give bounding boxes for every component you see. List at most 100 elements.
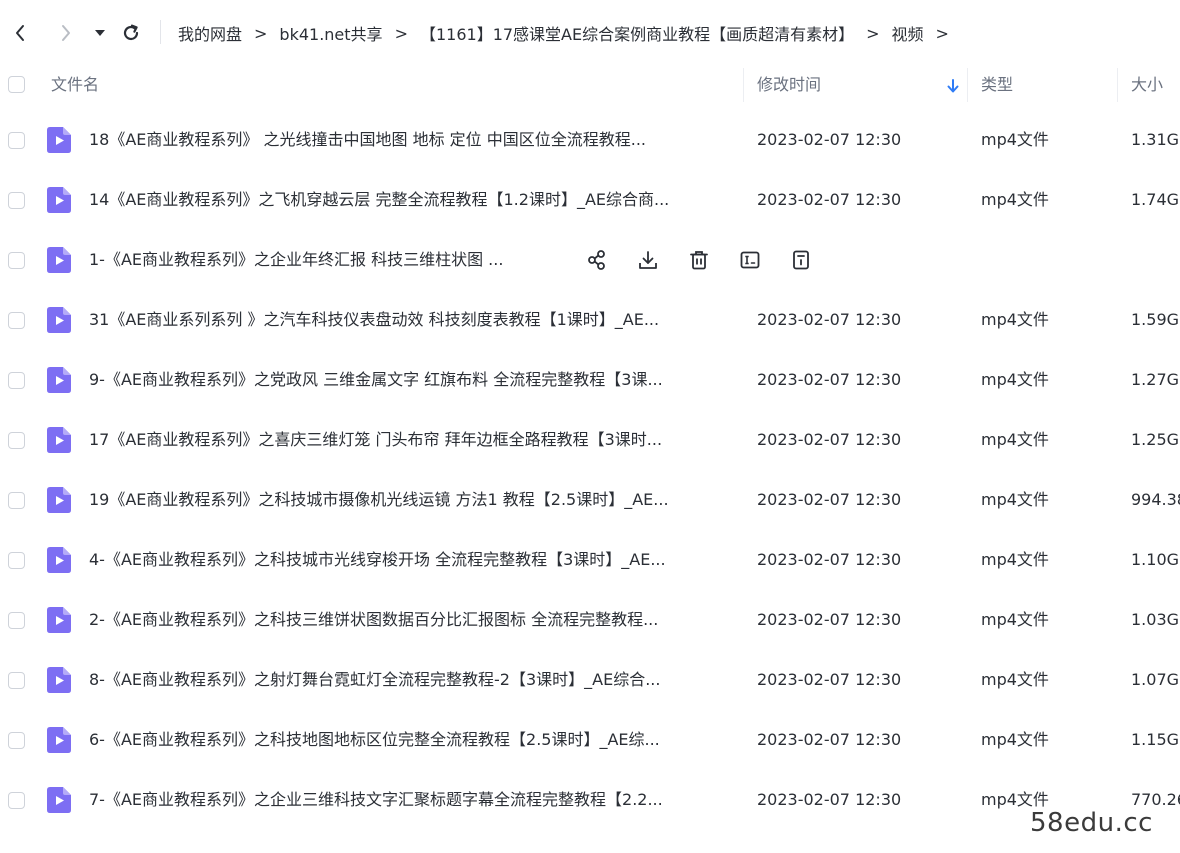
file-name[interactable]: 14《AE商业教程系列》之飞机穿越云层 完整全流程教程【1.2课时】_AE综合商…	[89, 170, 739, 230]
file-row[interactable]: 18《AE商业教程系列》 之光线撞击中国地图 地标 定位 中国区位全流程教程..…	[0, 110, 1180, 170]
file-type	[981, 230, 1111, 290]
breadcrumb: 我的网盘 > bk41.net共享 > 【1161】17感课堂AE综合案例商业教…	[178, 18, 961, 48]
row-checkbox[interactable]	[8, 312, 25, 329]
file-name[interactable]: 31《AE商业系列系列 》之汽车科技仪表盘动效 科技刻度表教程【1课时】_AE.…	[89, 290, 739, 350]
column-divider[interactable]	[967, 68, 968, 102]
file-type: mp4文件	[981, 370, 1049, 389]
back-button[interactable]	[6, 14, 34, 52]
select-all-checkbox[interactable]	[8, 76, 25, 93]
column-header-name[interactable]: 文件名	[51, 60, 99, 110]
breadcrumb-item-course[interactable]: 【1161】17感课堂AE综合案例商业教程【画质超清有素材】	[420, 21, 854, 45]
file-name[interactable]: 17《AE商业教程系列》之喜庆三维灯笼 门头布帘 拜年边框全路程教程【3课时..…	[89, 410, 739, 470]
file-row[interactable]: 4-《AE商业教程系列》之科技城市光线穿梭开场 全流程完整教程【3课时】_AE.…	[0, 530, 1180, 590]
delete-button[interactable]	[687, 248, 711, 272]
file-row[interactable]: 17《AE商业教程系列》之喜庆三维灯笼 门头布帘 拜年边框全路程教程【3课时..…	[0, 410, 1180, 470]
video-file-icon	[47, 727, 71, 753]
file-modified-time: 2023-02-07 12:30	[757, 430, 902, 449]
file-type: mp4文件	[981, 130, 1049, 149]
download-icon	[639, 251, 657, 269]
history-dropdown-button[interactable]	[86, 14, 114, 52]
video-file-icon	[47, 667, 71, 693]
file-row[interactable]: 14《AE商业教程系列》之飞机穿越云层 完整全流程教程【1.2课时】_AE综合商…	[0, 170, 1180, 230]
file-type: mp4文件	[981, 310, 1049, 329]
file-list-header: 文件名 修改时间 类型 大小	[0, 60, 1180, 110]
share-button[interactable]	[585, 248, 609, 272]
file-name[interactable]: 19《AE商业教程系列》之科技城市摄像机光线运镜 方法1 教程【2.5课时】_A…	[89, 470, 739, 530]
file-type: mp4文件	[981, 610, 1049, 629]
video-file-icon	[47, 247, 71, 273]
row-checkbox[interactable]	[8, 672, 25, 689]
file-type: mp4文件	[981, 670, 1049, 689]
file-modified-time: 2023-02-07 12:30	[757, 310, 902, 329]
file-row[interactable]: 2-《AE商业教程系列》之科技三维饼状图数据百分比汇报图标 全流程完整教程...…	[0, 590, 1180, 650]
file-modified-time: 2023-02-07 12:30	[757, 190, 902, 209]
row-checkbox[interactable]	[8, 612, 25, 629]
file-size	[1131, 230, 1180, 290]
file-type: mp4文件	[981, 190, 1049, 209]
chevron-left-icon	[16, 25, 24, 41]
file-name[interactable]: 8-《AE商业教程系列》之射灯舞台霓虹灯全流程完整教程-2【3课时】_AE综合.…	[89, 650, 739, 710]
column-divider[interactable]	[743, 68, 744, 102]
row-checkbox[interactable]	[8, 792, 25, 809]
file-row[interactable]: 9-《AE商业教程系列》之党政风 三维金属文字 红旗布料 全流程完整教程【3课.…	[0, 350, 1180, 410]
file-row[interactable]: 8-《AE商业教程系列》之射灯舞台霓虹灯全流程完整教程-2【3课时】_AE综合.…	[0, 650, 1180, 710]
toolbar: 我的网盘 > bk41.net共享 > 【1161】17感课堂AE综合案例商业教…	[0, 0, 1180, 62]
row-checkbox[interactable]	[8, 552, 25, 569]
file-modified-time: 2023-02-07 12:30	[757, 610, 902, 629]
video-file-icon	[47, 787, 71, 813]
file-name[interactable]: 4-《AE商业教程系列》之科技城市光线穿梭开场 全流程完整教程【3课时】_AE.…	[89, 530, 739, 590]
row-checkbox[interactable]	[8, 732, 25, 749]
file-size: 1.31G	[1131, 130, 1180, 149]
video-file-icon	[47, 307, 71, 333]
file-name[interactable]: 2-《AE商业教程系列》之科技三维饼状图数据百分比汇报图标 全流程完整教程...	[89, 590, 739, 650]
file-size: 1.07G	[1131, 670, 1180, 689]
file-size: 1.59G	[1131, 310, 1180, 329]
file-row[interactable]: 6-《AE商业教程系列》之科技地图地标区位完整全流程教程【2.5课时】_AE综.…	[0, 710, 1180, 770]
column-divider[interactable]	[1117, 68, 1118, 102]
breadcrumb-item-my-drive[interactable]: 我的网盘	[178, 21, 242, 45]
file-modified-time: 2023-02-07 12:30	[757, 790, 902, 809]
file-size: 1.74G	[1131, 190, 1180, 209]
forward-button[interactable]	[52, 14, 80, 52]
row-checkbox[interactable]	[8, 132, 25, 149]
file-size: 1.25G	[1131, 430, 1180, 449]
row-checkbox[interactable]	[8, 492, 25, 509]
file-row[interactable]: 1-《AE商业教程系列》之企业年终汇报 科技三维柱状图 ...	[0, 230, 1180, 290]
file-name[interactable]: 9-《AE商业教程系列》之党政风 三维金属文字 红旗布料 全流程完整教程【3课.…	[89, 350, 739, 410]
delete-icon	[690, 251, 708, 270]
video-file-icon	[47, 547, 71, 573]
refresh-icon	[123, 24, 139, 41]
breadcrumb-separator: >	[866, 23, 880, 43]
chevron-right-icon	[62, 25, 70, 41]
file-size: 1.10G	[1131, 550, 1180, 569]
file-name[interactable]: 6-《AE商业教程系列》之科技地图地标区位完整全流程教程【2.5课时】_AE综.…	[89, 710, 739, 770]
column-header-type[interactable]: 类型	[981, 60, 1013, 110]
video-file-icon	[47, 367, 71, 393]
file-row[interactable]: 7-《AE商业教程系列》之企业三维科技文字汇聚标题字幕全流程完整教程【2.2..…	[0, 770, 1180, 830]
download-button[interactable]	[636, 248, 660, 272]
file-type: mp4文件	[981, 730, 1049, 749]
file-modified-time: 2023-02-07 12:30	[757, 730, 902, 749]
breadcrumb-item-videos[interactable]: 视频	[892, 21, 924, 45]
watermark: 58edu.cc	[1030, 808, 1153, 838]
file-name[interactable]: 7-《AE商业教程系列》之企业三维科技文字汇聚标题字幕全流程完整教程【2.2..…	[89, 770, 739, 830]
file-modified-time: 2023-02-07 12:30	[757, 670, 902, 689]
file-row[interactable]: 19《AE商业教程系列》之科技城市摄像机光线运镜 方法1 教程【2.5课时】_A…	[0, 470, 1180, 530]
row-checkbox[interactable]	[8, 252, 25, 269]
share-icon	[588, 250, 605, 270]
column-header-modified[interactable]: 修改时间	[757, 60, 821, 110]
row-checkbox[interactable]	[8, 192, 25, 209]
row-checkbox[interactable]	[8, 432, 25, 449]
breadcrumb-item-share[interactable]: bk41.net共享	[279, 21, 382, 45]
column-header-size[interactable]: 大小	[1131, 60, 1163, 110]
video-file-icon	[47, 487, 71, 513]
video-file-icon	[47, 187, 71, 213]
sort-down-arrow-icon[interactable]	[946, 78, 960, 94]
file-modified-time: 2023-02-07 12:30	[757, 550, 902, 569]
row-checkbox[interactable]	[8, 372, 25, 389]
breadcrumb-separator: >	[254, 23, 268, 43]
file-type: mp4文件	[981, 490, 1049, 509]
file-name[interactable]: 18《AE商业教程系列》 之光线撞击中国地图 地标 定位 中国区位全流程教程..…	[89, 110, 739, 170]
refresh-button[interactable]	[117, 14, 145, 52]
file-row[interactable]: 31《AE商业系列系列 》之汽车科技仪表盘动效 科技刻度表教程【1课时】_AE.…	[0, 290, 1180, 350]
